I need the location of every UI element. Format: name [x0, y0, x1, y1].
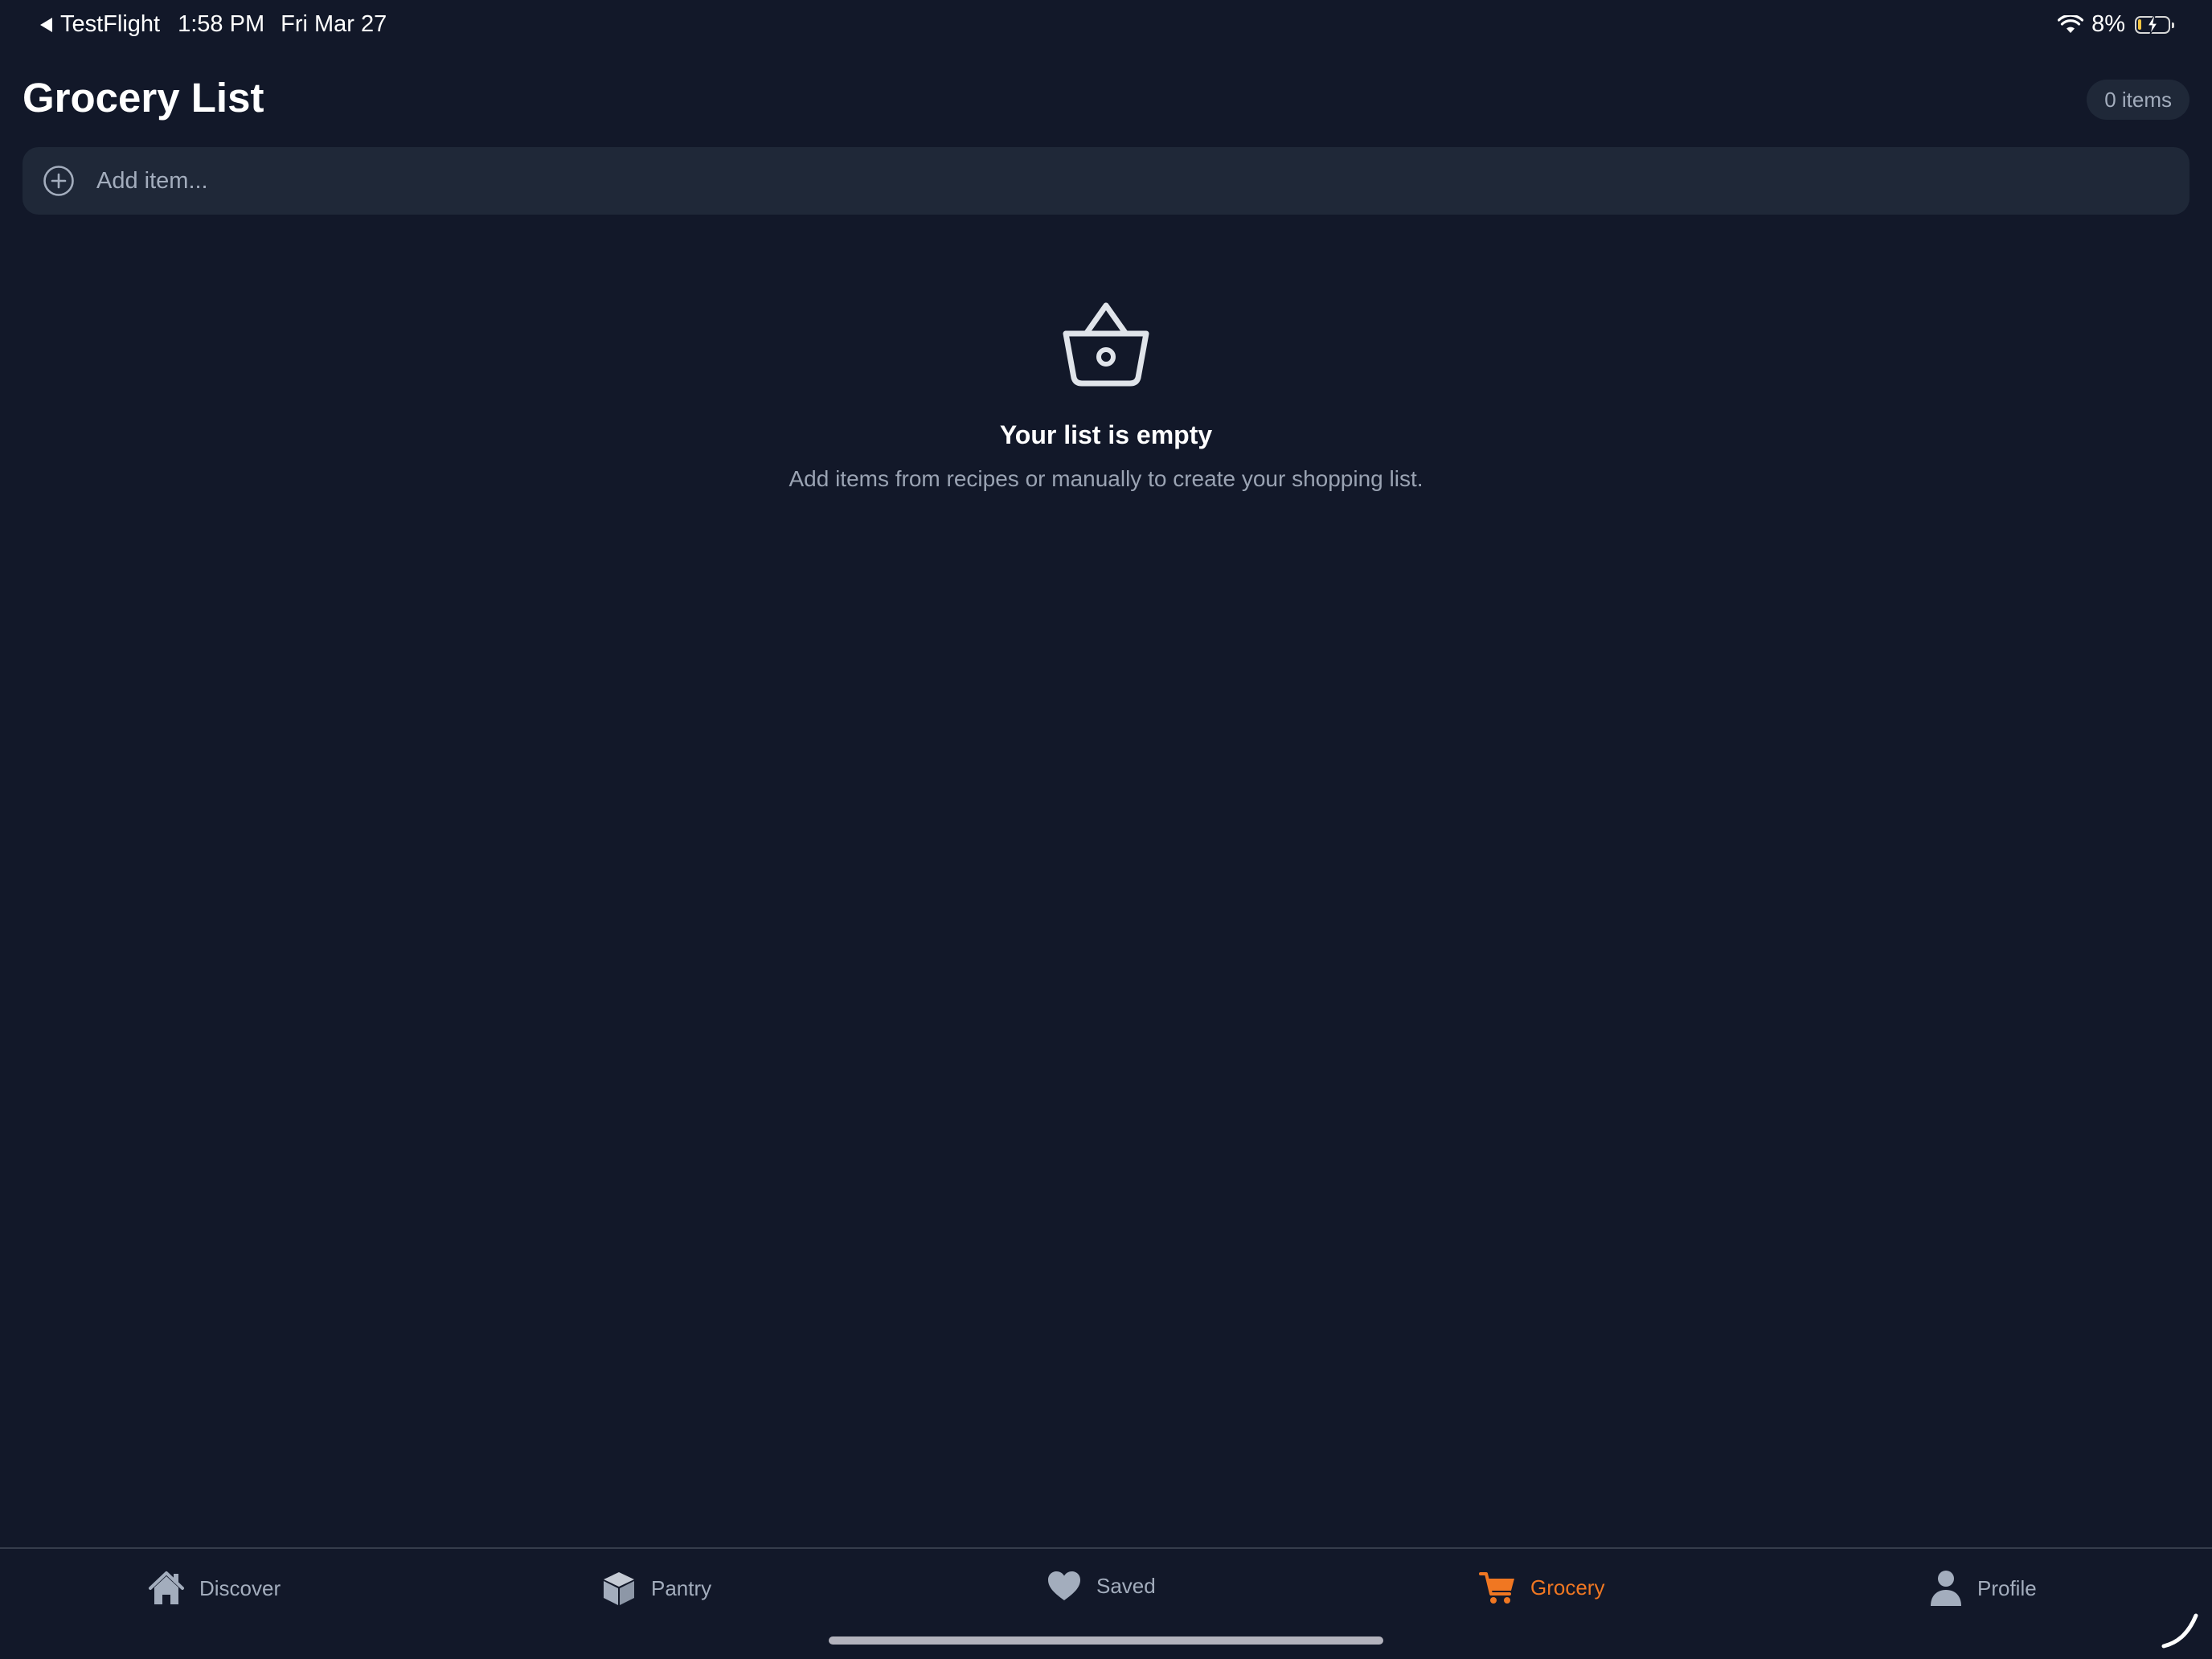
home-icon	[149, 1571, 184, 1604]
battery-icon	[2135, 14, 2174, 35]
tab-label-pantry: Pantry	[651, 1575, 712, 1600]
status-time: 1:58 PM	[178, 11, 265, 37]
page-title: Grocery List	[23, 75, 264, 121]
tab-pantry[interactable]: Pantry	[601, 1570, 711, 1607]
tab-label-grocery: Grocery	[1530, 1575, 1605, 1600]
empty-state-subtitle: Add items from recipes or manually to cr…	[789, 466, 1423, 491]
wifi-icon	[2058, 14, 2084, 33]
empty-state: Your list is empty Add items from recipe…	[0, 299, 2212, 492]
battery-percent: 8%	[2091, 11, 2125, 37]
back-to-app-link[interactable]: TestFlight	[60, 11, 160, 38]
tab-profile[interactable]: Profile	[1929, 1570, 2037, 1607]
add-item-input[interactable]	[95, 166, 2189, 195]
add-circle-icon[interactable]	[42, 164, 76, 198]
tab-label-discover: Discover	[199, 1575, 281, 1600]
add-item-bar[interactable]	[23, 147, 2189, 215]
home-indicator[interactable]	[829, 1636, 1383, 1645]
cart-icon	[1479, 1572, 1514, 1604]
empty-state-title: Your list is empty	[999, 420, 1213, 449]
status-right: 8%	[2058, 11, 2174, 38]
tab-label-profile: Profile	[1977, 1575, 2037, 1600]
status-bar: TestFlight 1:58 PM Fri Mar 27 8%	[0, 0, 2212, 51]
tab-label-saved: Saved	[1096, 1573, 1156, 1598]
status-date: Fri Mar 27	[281, 11, 387, 37]
person-icon	[1931, 1571, 1961, 1606]
item-count-badge: 0 items	[2087, 80, 2189, 120]
heart-icon	[1048, 1571, 1080, 1600]
tab-discover[interactable]: Discover	[148, 1570, 281, 1607]
back-arrow-icon[interactable]	[40, 17, 52, 32]
pencil-stroke-icon	[2161, 1613, 2198, 1649]
status-left: TestFlight 1:58 PM Fri Mar 27	[40, 11, 387, 38]
box-icon	[604, 1572, 634, 1605]
basket-icon	[1063, 302, 1149, 387]
tab-saved[interactable]: Saved	[1047, 1570, 1156, 1602]
tab-grocery[interactable]: Grocery	[1479, 1570, 1604, 1605]
